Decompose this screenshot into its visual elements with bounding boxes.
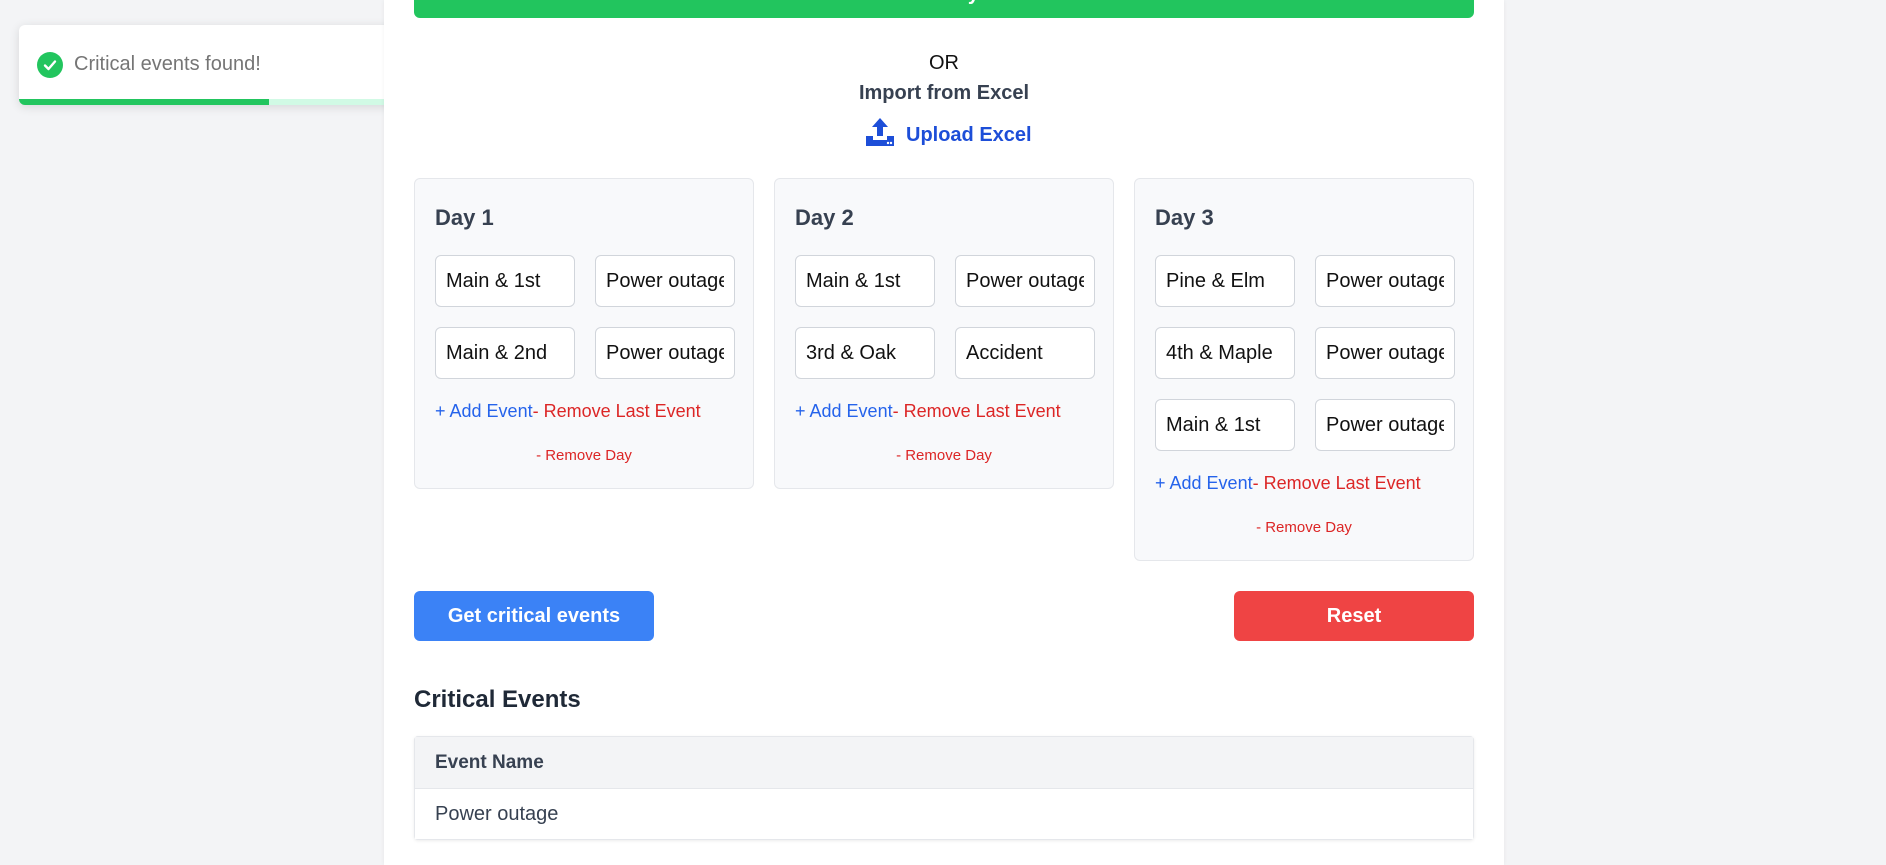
critical-events-table: Event Name Power outage [414, 736, 1474, 840]
toast-message: Critical events found! [74, 53, 261, 75]
remove-day-link[interactable]: - Remove Day [1135, 519, 1473, 536]
day-title: Day 2 [795, 205, 854, 230]
upload-icon [864, 116, 896, 154]
remove-day-link[interactable]: - Remove Day [415, 447, 753, 464]
event-actions: + Add Event- Remove Last Event [1155, 473, 1421, 494]
toast-progress-bar [19, 99, 269, 105]
add-event-link[interactable]: + Add Event [1155, 473, 1253, 493]
remove-last-event-link[interactable]: - Remove Last Event [533, 401, 701, 421]
location-input[interactable] [1155, 255, 1295, 307]
location-input[interactable] [435, 255, 575, 307]
toast-notification: Critical events found! × [19, 25, 409, 105]
event-input[interactable] [595, 255, 735, 307]
upload-excel-link[interactable]: Upload Excel [864, 116, 1032, 154]
table-row: Power outage [415, 789, 1473, 839]
or-divider: OR [929, 52, 959, 74]
location-input[interactable] [795, 255, 935, 307]
add-event-link[interactable]: + Add Event [795, 401, 893, 421]
day-card-1: Day 1 + Add Event- Remove Last Event - R… [414, 178, 754, 489]
upload-excel-label: Upload Excel [906, 123, 1032, 146]
location-input[interactable] [1155, 327, 1295, 379]
event-input[interactable] [595, 327, 735, 379]
day-title: Day 3 [1155, 205, 1214, 230]
day-card-2: Day 2 + Add Event- Remove Last Event - R… [774, 178, 1114, 489]
remove-last-event-link[interactable]: - Remove Last Event [893, 401, 1061, 421]
event-input[interactable] [955, 327, 1095, 379]
day-card-3: Day 3 + Add Event- Remove Last Event - R… [1134, 178, 1474, 561]
toast-progress-track [19, 99, 409, 105]
event-actions: + Add Event- Remove Last Event [795, 401, 1061, 422]
get-critical-events-button[interactable]: Get critical events [414, 591, 654, 641]
reset-button[interactable]: Reset [1234, 591, 1474, 641]
event-input[interactable] [955, 255, 1095, 307]
table-header-event-name: Event Name [415, 737, 1473, 789]
event-input[interactable] [1315, 399, 1455, 451]
event-actions: + Add Event- Remove Last Event [435, 401, 701, 422]
location-input[interactable] [1155, 399, 1295, 451]
remove-last-event-link[interactable]: - Remove Last Event [1253, 473, 1421, 493]
check-circle-icon [37, 52, 63, 78]
day-title: Day 1 [435, 205, 494, 230]
add-event-link[interactable]: + Add Event [435, 401, 533, 421]
add-days-button[interactable]: Add Days [414, 0, 1474, 18]
remove-day-link[interactable]: - Remove Day [775, 447, 1113, 464]
location-input[interactable] [795, 327, 935, 379]
critical-events-title: Critical Events [414, 686, 581, 713]
event-input[interactable] [1315, 327, 1455, 379]
import-title: Import from Excel [858, 82, 1030, 104]
location-input[interactable] [435, 327, 575, 379]
main-card: Add Days OR Import from Excel Upload Exc… [384, 0, 1504, 865]
event-input[interactable] [1315, 255, 1455, 307]
